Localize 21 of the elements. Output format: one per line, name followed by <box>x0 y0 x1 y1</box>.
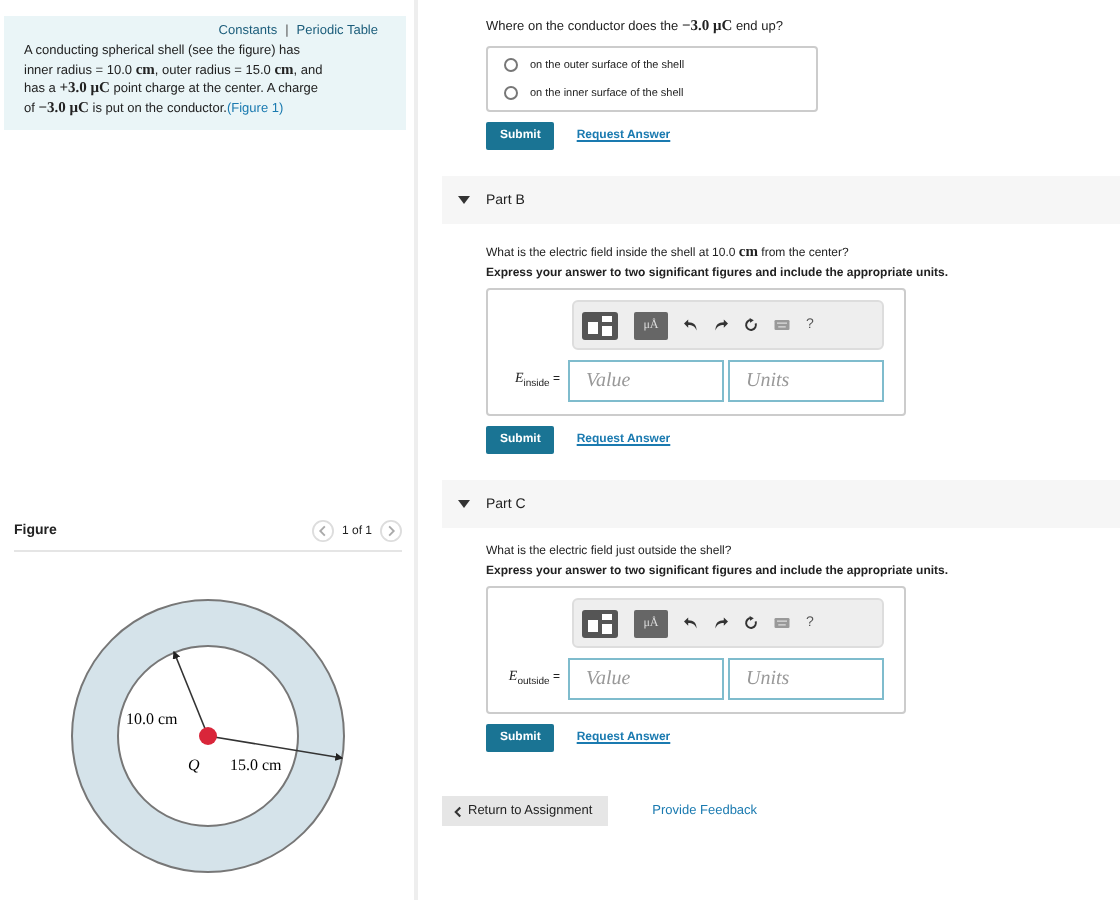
charge-label: Q <box>188 756 200 774</box>
caret-icon <box>458 196 470 204</box>
templates-icon[interactable] <box>582 609 618 637</box>
redo-icon[interactable] <box>714 318 728 332</box>
charge-dot <box>199 727 217 745</box>
redo-icon[interactable] <box>714 616 728 630</box>
units-field[interactable]: Units <box>728 658 884 700</box>
chevron-icon <box>454 805 462 817</box>
reset-icon[interactable] <box>744 616 758 630</box>
reset-icon[interactable] <box>744 318 758 332</box>
value-field[interactable]: Value <box>568 658 724 700</box>
value-field[interactable]: Value <box>568 360 724 402</box>
units-field[interactable]: Units <box>728 360 884 402</box>
undo-icon[interactable] <box>684 616 698 630</box>
outer-radius-label: 15.0 cm <box>230 756 282 774</box>
caret-icon <box>458 500 470 508</box>
templates-icon[interactable] <box>582 311 618 339</box>
undo-icon[interactable] <box>684 318 698 332</box>
radio-button[interactable] <box>504 58 518 72</box>
inner-radius-label: 10.0 cm <box>126 710 178 728</box>
radio-button[interactable] <box>504 86 518 100</box>
